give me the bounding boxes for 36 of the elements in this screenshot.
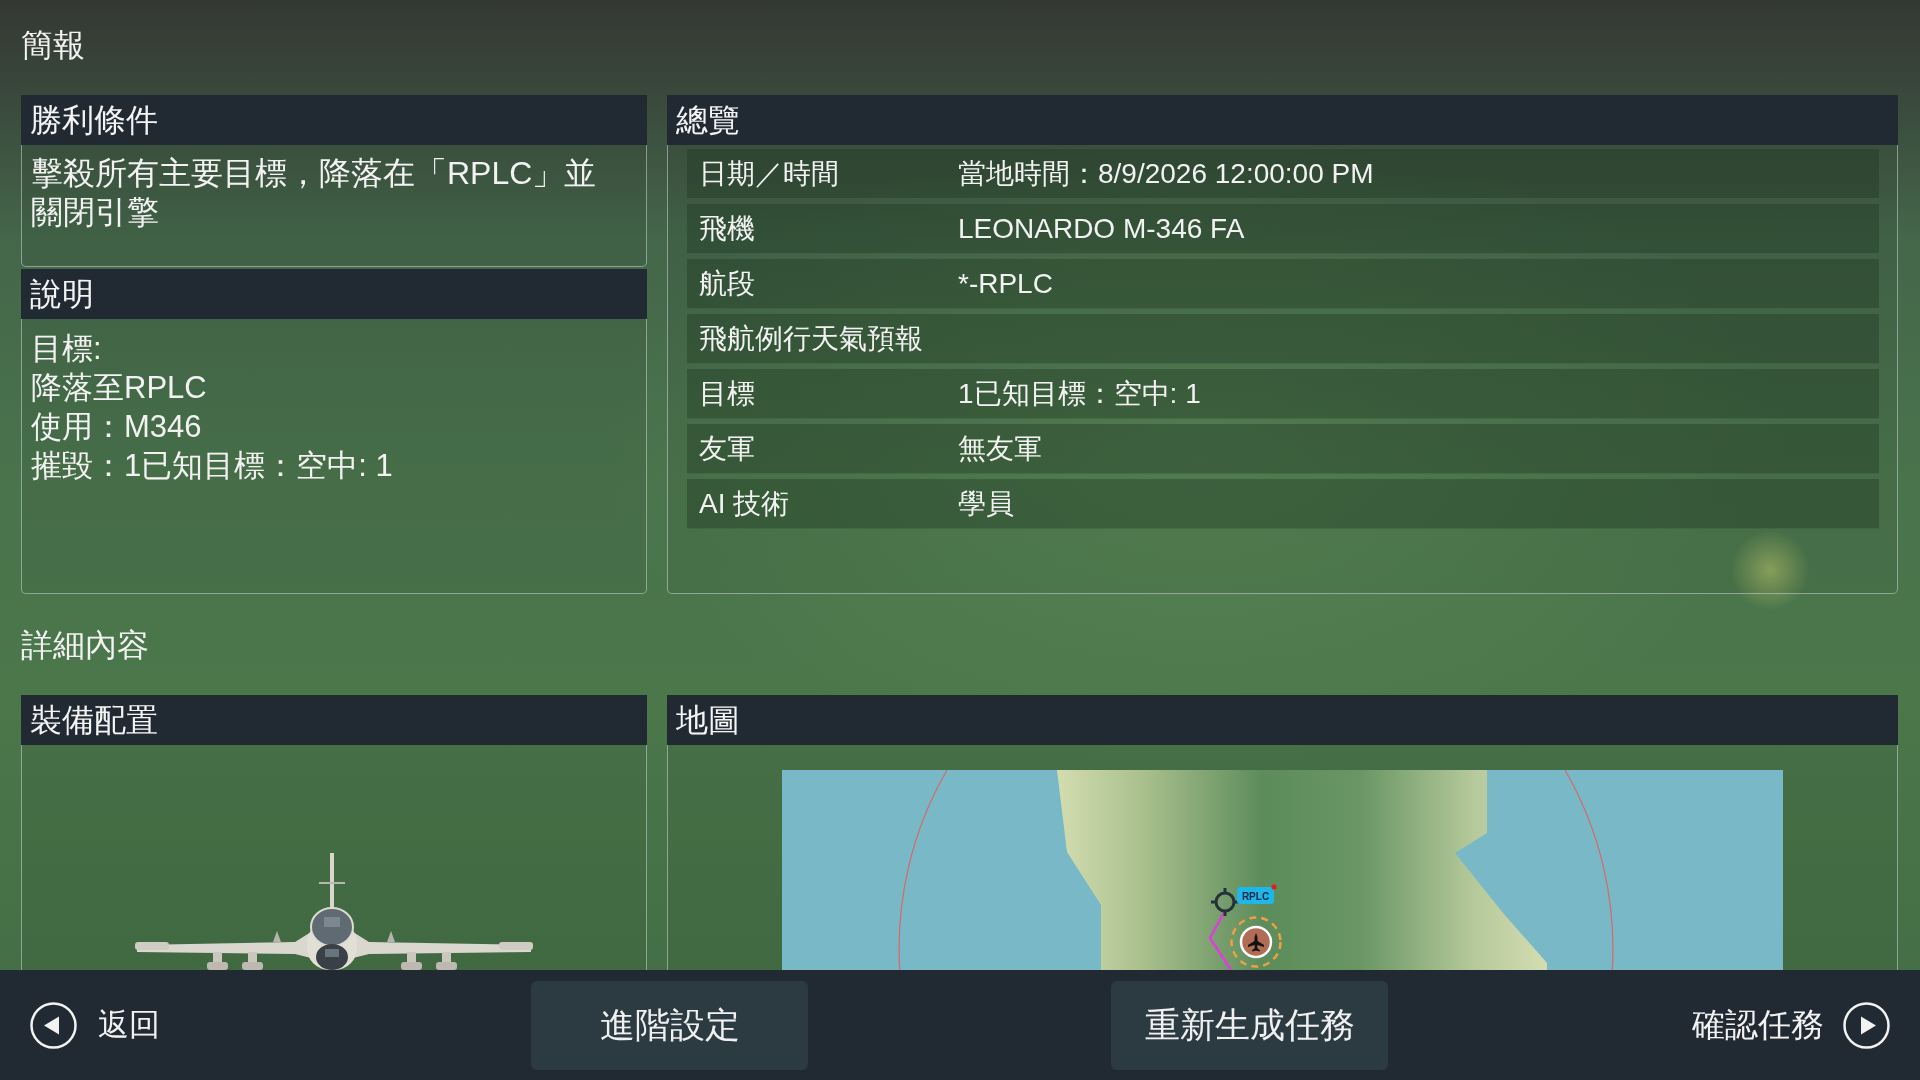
row-value: 學員	[958, 486, 1014, 521]
crosshair-icon	[1209, 886, 1241, 918]
row-label: AI 技術	[699, 487, 790, 519]
row-value: *-RPLC	[958, 266, 1053, 301]
confirm-mission-button[interactable]: 確認任務	[1692, 1001, 1890, 1049]
row-value: 無友軍	[958, 431, 1042, 466]
row-label: 飛航例行天氣預報	[699, 322, 923, 354]
row-label: 日期／時間	[699, 157, 839, 189]
description-line: 摧毀：1已知目標：空中: 1	[31, 447, 393, 485]
row-value: LEONARDO M-346 FA	[958, 211, 1245, 246]
description-line: 使用：M346	[31, 408, 202, 446]
row-label: 目標	[699, 377, 755, 409]
victory-condition-text: 擊殺所有主要目標，降落在「RPLC」並關閉引擎	[31, 154, 598, 232]
advanced-settings-button[interactable]: 進階設定	[531, 980, 808, 1070]
row-value: 當地時間：8/9/2026 12:00:00 PM	[958, 156, 1374, 191]
section-header: 總覽	[667, 95, 1898, 145]
route-line	[1208, 910, 1233, 970]
section-title: 詳細內容	[21, 626, 149, 665]
play-icon[interactable]	[1843, 1001, 1890, 1049]
airport-tag[interactable]: RPLC	[1237, 887, 1274, 904]
section-header: 說明	[21, 269, 647, 319]
section-header: 勝利條件	[21, 95, 647, 145]
aircraft-marker-icon[interactable]	[1230, 916, 1282, 968]
back-icon[interactable]	[30, 1001, 77, 1049]
section-header: 裝備配置	[21, 695, 647, 745]
description-line: 目標:	[31, 330, 102, 368]
description-line: 降落至RPLC	[31, 369, 207, 407]
screen-title: 簡報	[21, 26, 85, 65]
back-button[interactable]: 返回	[30, 1001, 160, 1049]
row-value: 1已知目標：空中: 1	[958, 376, 1201, 411]
row-label: 航段	[699, 267, 755, 299]
row-label: 友軍	[699, 432, 755, 464]
section-header: 地圖	[667, 695, 1898, 745]
status-dot-icon	[1271, 884, 1277, 890]
row-label: 飛機	[699, 212, 755, 244]
regenerate-mission-button[interactable]: 重新生成任務	[1111, 980, 1388, 1070]
